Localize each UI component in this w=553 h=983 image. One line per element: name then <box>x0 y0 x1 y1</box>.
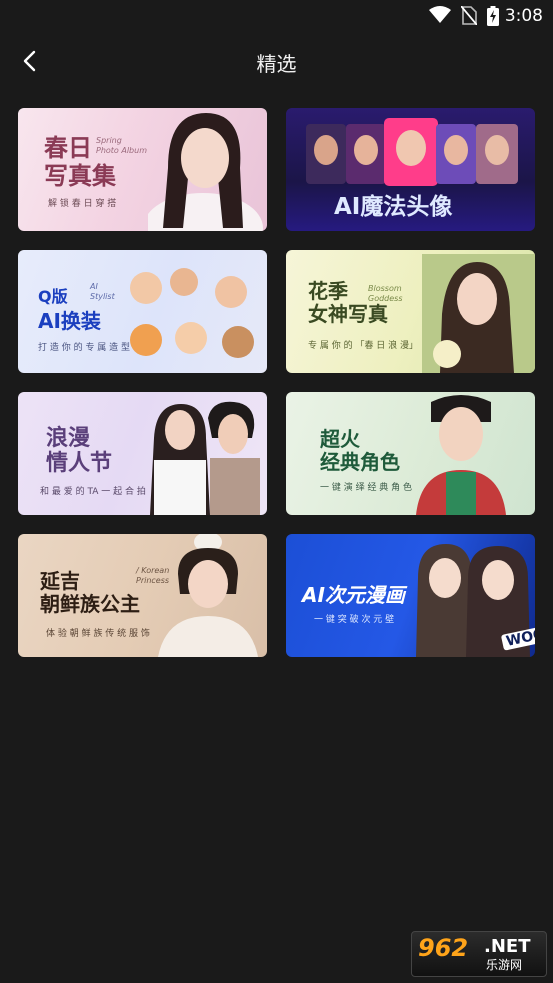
watermark-number: 962 <box>418 934 469 962</box>
watermark-caption: 乐游网 <box>486 958 523 972</box>
card-valentines-day[interactable]: 浪漫 情人节 和 最 爱 的 TA 一 起 合 拍 <box>18 392 267 515</box>
card-title: 浪漫 情人节 <box>46 425 113 477</box>
card-korean-princess[interactable]: 延吉 朝鲜族公主 / Korean Princess 体 验 朝 鲜 族 传 统… <box>18 534 267 657</box>
clock: 3:08 <box>504 6 543 26</box>
wifi-icon <box>429 6 451 23</box>
portrait-image <box>158 534 258 657</box>
card-subtitle: 专 属 你 的 「春 日 浪 漫」 <box>308 341 419 351</box>
card-title: AI魔法头像 <box>334 194 453 220</box>
card-subtitle: 打 造 你 的 专 属 造 型 <box>38 343 131 353</box>
card-classic-characters[interactable]: 超火 经典角色 一 键 演 绎 经 典 角 色 <box>286 392 535 515</box>
card-subtitle: 解 锁 春 日 穿 搭 <box>48 199 117 209</box>
status-bar: 3:08 <box>0 0 553 32</box>
card-subtitle: 和 最 爱 的 TA 一 起 合 拍 <box>40 487 146 497</box>
card-ai-stylist[interactable]: Q版 AI Stylist AI换装 打 造 你 的 专 属 造 型 <box>18 250 267 373</box>
card-title: 超火 经典角色 <box>320 427 400 474</box>
card-blossom-goddess[interactable]: 花季 女神写真 Blossom Goddess 专 属 你 的 「春 日 浪 漫… <box>286 250 535 373</box>
portrait-image <box>416 395 506 515</box>
card-title: AI次元漫画 <box>302 583 405 607</box>
card-subtitle: 一 键 演 绎 经 典 角 色 <box>320 483 413 493</box>
portrait-image <box>422 254 535 373</box>
battery-charging-icon <box>487 6 499 26</box>
header: 精选 <box>0 32 553 88</box>
card-spring-photo-album[interactable]: 春日 写真集 Spring Photo Album 解 锁 春 日 穿 搭 <box>18 108 267 231</box>
site-watermark: 962 .NET 乐游网 <box>411 931 547 977</box>
card-badge: Q版 <box>38 287 68 306</box>
card-english: / Korean Princess <box>136 566 170 585</box>
card-english: Spring Photo Album <box>96 136 147 155</box>
card-subtitle: 体 验 朝 鲜 族 传 统 服 饰 <box>46 629 150 639</box>
watermark-suffix: .NET <box>484 936 531 957</box>
page-title: 精选 <box>256 52 297 76</box>
no-sim-icon <box>461 6 477 25</box>
card-title: AI换装 <box>38 309 101 333</box>
card-title: 延吉 朝鲜族公主 <box>40 569 140 616</box>
portrait-image <box>148 113 263 231</box>
card-subtitle: 一 键 突 破 次 元 壁 <box>314 615 395 625</box>
card-english: Blossom Goddess <box>368 284 403 303</box>
couple-image <box>150 401 260 515</box>
card-english: AI Stylist <box>90 282 115 301</box>
card-ai-comic[interactable]: AI次元漫画 一 键 突 破 次 元 壁 WOO <box>286 534 535 657</box>
card-ai-magic-avatar[interactable]: AI魔法头像 <box>286 108 535 231</box>
cartoon-avatars-image <box>130 268 254 358</box>
